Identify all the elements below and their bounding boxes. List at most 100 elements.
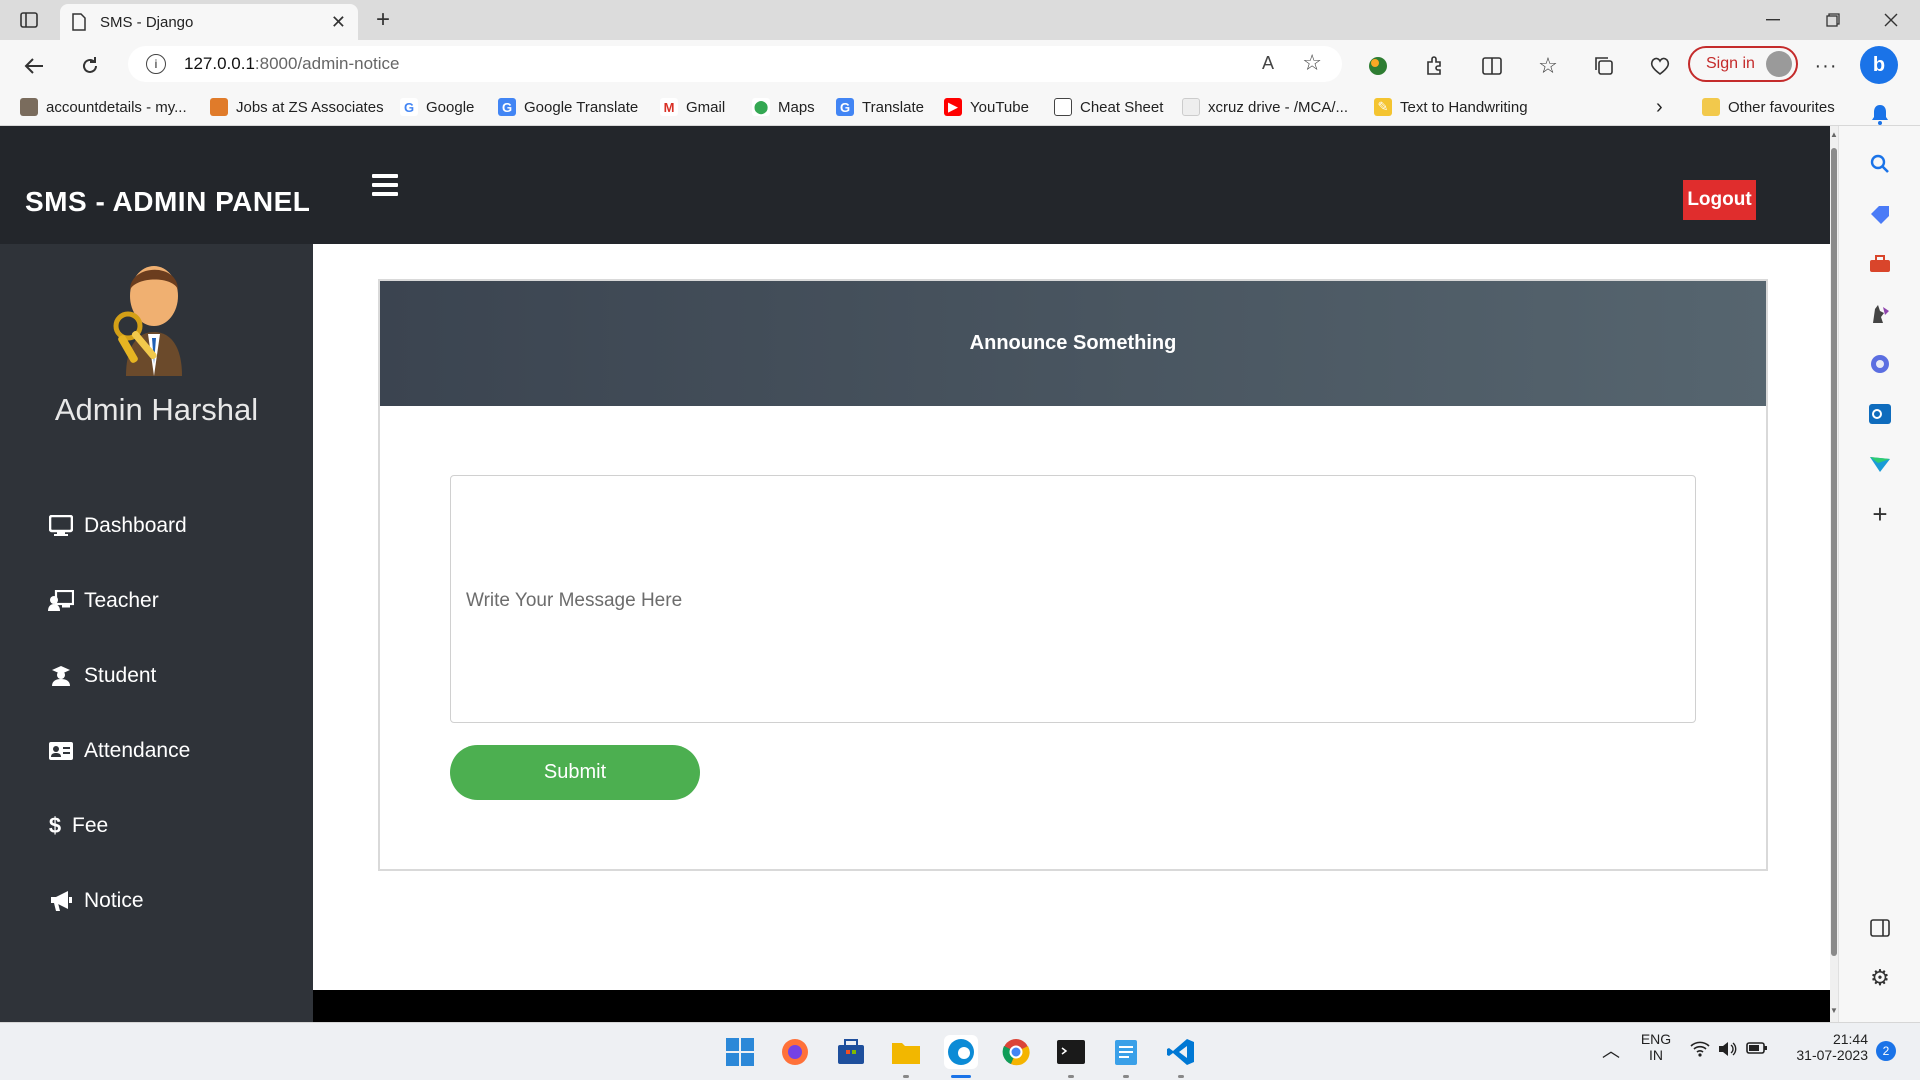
info-icon[interactable]: i xyxy=(146,54,166,74)
restore-icon[interactable] xyxy=(1804,0,1862,40)
read-aloud-icon[interactable]: A xyxy=(1262,53,1274,74)
bookmark-label: accountdetails - my... xyxy=(46,98,187,116)
show-hidden-icons[interactable]: ︿ xyxy=(1602,1037,1620,1063)
bookmark-item[interactable]: Cheat Sheet xyxy=(1054,96,1163,118)
wifi-icon[interactable] xyxy=(1690,1041,1710,1060)
sidebar-item-student[interactable]: Student xyxy=(48,658,156,694)
time-label: 21:44 xyxy=(1832,1031,1868,1047)
sidebar-item-notice[interactable]: Notice xyxy=(48,883,144,919)
zs-icon xyxy=(210,98,228,116)
notifications-bell-icon[interactable] xyxy=(1864,98,1896,130)
chevron-right-icon[interactable]: › xyxy=(1656,96,1663,118)
monitor-icon xyxy=(48,514,74,538)
send-icon[interactable] xyxy=(1864,448,1896,480)
tools-icon[interactable] xyxy=(1864,248,1896,280)
sidebar-toggle-icon[interactable] xyxy=(1864,912,1896,944)
bookmark-item[interactable]: accountdetails - my... xyxy=(20,96,187,118)
firefox-icon[interactable] xyxy=(778,1035,812,1069)
dollar-icon: $ xyxy=(48,813,62,838)
page-icon xyxy=(72,13,86,31)
bookmark-item[interactable]: G Google Translate xyxy=(498,96,638,118)
favorite-star-icon[interactable]: ☆ xyxy=(1302,50,1322,76)
id-card-icon xyxy=(48,739,74,763)
language-indicator[interactable]: ENG IN xyxy=(1638,1031,1674,1063)
split-screen-icon[interactable] xyxy=(1476,50,1508,82)
url-field[interactable]: i 127.0.0.1:8000/admin-notice A ☆ xyxy=(128,46,1342,82)
edge-sidebar: + ⚙ xyxy=(1838,105,1920,1022)
tab-title: SMS - Django xyxy=(100,13,194,31)
minimize-icon[interactable] xyxy=(1744,0,1802,40)
terminal-icon[interactable] xyxy=(1054,1035,1088,1078)
notification-badge[interactable]: 2 xyxy=(1876,1041,1896,1061)
hamburger-menu-icon[interactable] xyxy=(372,174,398,196)
notepad-icon[interactable] xyxy=(1109,1035,1143,1078)
megaphone-icon xyxy=(48,889,74,913)
battery-icon[interactable] xyxy=(1746,1041,1768,1058)
scroll-up-icon[interactable]: ▲ xyxy=(1830,130,1838,142)
bing-copilot-icon[interactable]: b xyxy=(1860,46,1898,84)
extension-globe-icon[interactable] xyxy=(1362,50,1394,82)
sidebar-item-dashboard[interactable]: Dashboard xyxy=(48,508,187,544)
performance-icon[interactable] xyxy=(1644,50,1676,82)
windows-start-icon[interactable] xyxy=(723,1035,757,1069)
sign-in-button[interactable]: Sign in xyxy=(1688,46,1798,82)
bookmark-item[interactable]: G Translate xyxy=(836,96,924,118)
sign-in-label: Sign in xyxy=(1706,55,1755,72)
favorites-icon[interactable]: ☆ xyxy=(1532,50,1564,82)
page-scrollbar[interactable]: ▲ ▼ xyxy=(1830,126,1838,1022)
other-favourites-folder[interactable]: Other favourites xyxy=(1702,96,1835,118)
sidebar-item-attendance[interactable]: Attendance xyxy=(48,733,190,769)
back-icon[interactable] xyxy=(18,50,50,82)
date-label: 31-07-2023 xyxy=(1796,1047,1868,1063)
outlook-icon[interactable] xyxy=(1864,398,1896,430)
bookmark-item[interactable]: xcruz drive - /MCA/... xyxy=(1182,96,1348,118)
page-icon xyxy=(1054,98,1072,116)
sidebar-item-label: Attendance xyxy=(84,739,191,762)
bookmark-label: Google Translate xyxy=(524,98,639,116)
brand-title: SMS - ADMIN PANEL xyxy=(25,186,311,217)
bookmark-item[interactable]: ✎ Text to Handwriting xyxy=(1374,96,1528,118)
tab-actions-icon[interactable] xyxy=(14,6,44,34)
extensions-icon[interactable] xyxy=(1418,50,1450,82)
new-tab-button[interactable]: + xyxy=(368,6,398,34)
logout-button[interactable]: Logout xyxy=(1683,180,1756,220)
bookmark-item[interactable]: ⬤ Maps xyxy=(752,96,815,118)
add-icon[interactable]: + xyxy=(1864,498,1896,530)
browser-tab[interactable]: SMS - Django ✕ xyxy=(60,4,358,40)
settings-gear-icon[interactable]: ⚙ xyxy=(1864,962,1896,994)
youtube-icon: ▶ xyxy=(944,98,962,116)
clock[interactable]: 21:44 31-07-2023 xyxy=(1784,1031,1868,1063)
submit-button[interactable]: Submit xyxy=(450,745,700,800)
sidebar-item-teacher[interactable]: Teacher xyxy=(48,583,159,619)
store-icon[interactable] xyxy=(834,1035,868,1069)
browser-tab-bar: SMS - Django ✕ + xyxy=(0,0,1920,40)
message-textarea[interactable] xyxy=(450,475,1696,723)
scrollbar-thumb[interactable] xyxy=(1831,148,1837,956)
vscode-icon[interactable] xyxy=(1164,1035,1198,1078)
bookmark-item[interactable]: G Google xyxy=(400,96,474,118)
games-icon[interactable] xyxy=(1864,298,1896,330)
bookmark-item[interactable]: M Gmail xyxy=(660,96,725,118)
office-icon[interactable] xyxy=(1864,348,1896,380)
scroll-down-icon[interactable]: ▼ xyxy=(1830,1006,1838,1018)
chrome-icon[interactable] xyxy=(999,1035,1033,1069)
shopping-tag-icon[interactable] xyxy=(1864,198,1896,230)
notice-heading: Announce Something xyxy=(969,332,1177,354)
pen-icon: ✎ xyxy=(1374,98,1392,116)
sidebar-item-label: Fee xyxy=(72,814,109,837)
drive-icon xyxy=(1182,98,1200,116)
gmail-icon: M xyxy=(660,98,678,116)
close-tab-icon[interactable]: ✕ xyxy=(331,12,346,33)
search-icon[interactable] xyxy=(1864,148,1896,180)
more-menu-icon[interactable]: ··· xyxy=(1810,50,1842,82)
close-window-icon[interactable] xyxy=(1862,0,1920,40)
sidebar-item-fee[interactable]: $ Fee xyxy=(48,808,108,844)
collections-icon[interactable] xyxy=(1588,50,1620,82)
bookmark-item[interactable]: Jobs at ZS Associates xyxy=(210,96,384,118)
student-icon xyxy=(48,664,74,688)
file-explorer-icon[interactable] xyxy=(889,1035,923,1078)
refresh-icon[interactable] xyxy=(74,50,106,82)
volume-icon[interactable] xyxy=(1718,1041,1738,1060)
edge-icon[interactable] xyxy=(944,1035,978,1078)
bookmark-item[interactable]: ▶ YouTube xyxy=(944,96,1029,118)
